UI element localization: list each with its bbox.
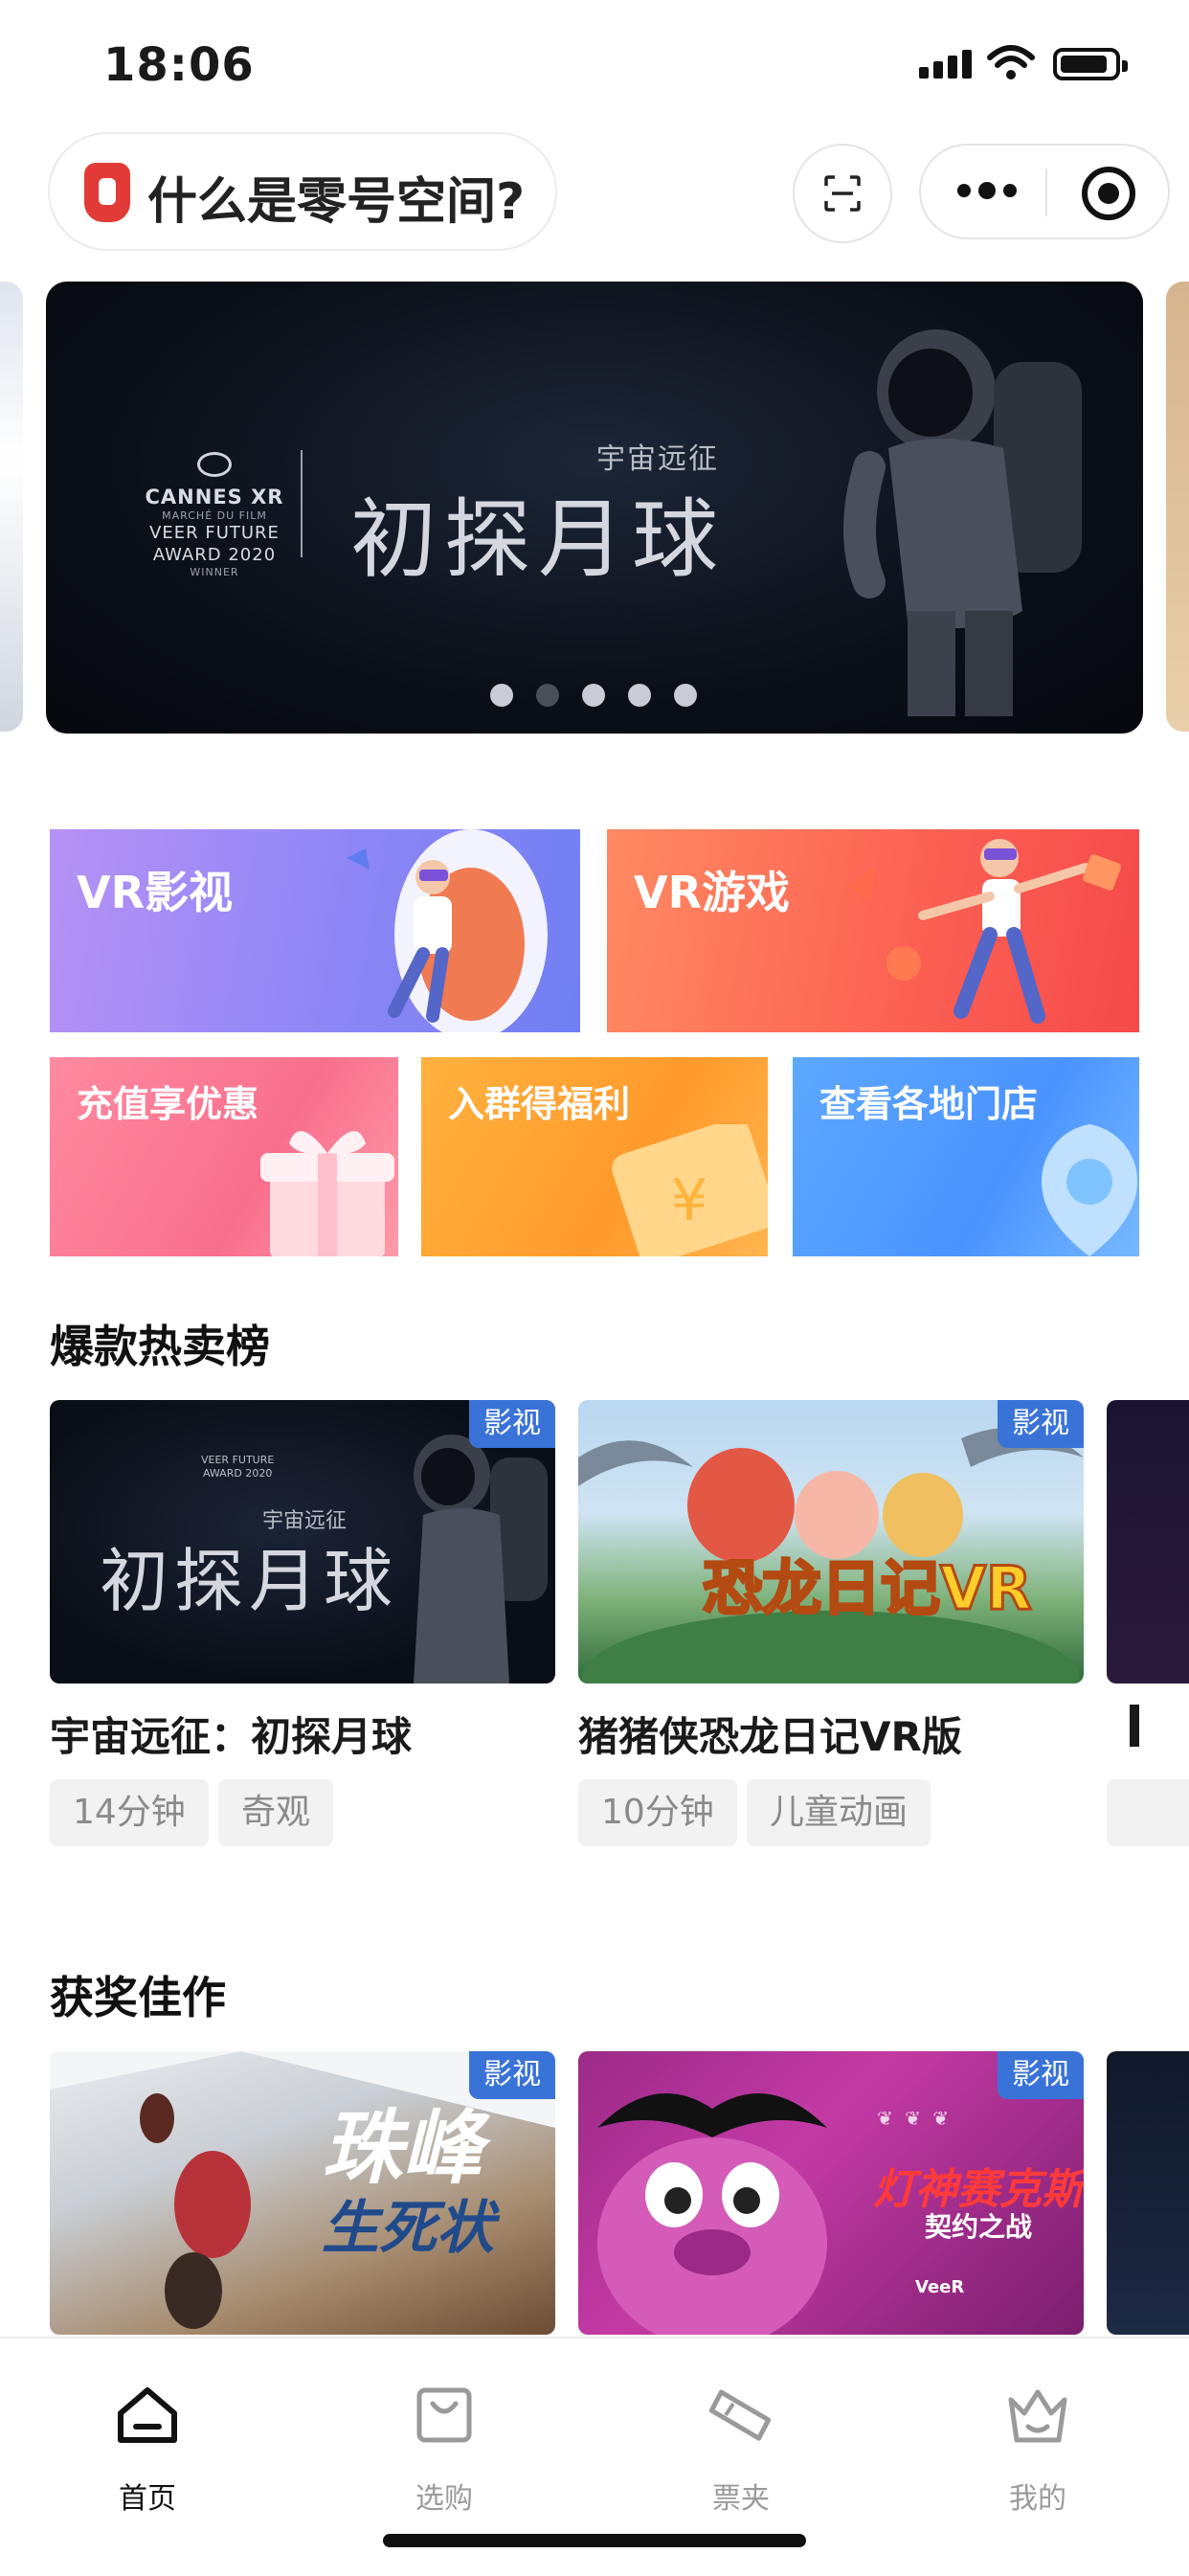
wifi-icon xyxy=(987,45,1035,79)
hot-card-peek-title xyxy=(1130,1705,1139,1747)
pagination-dot[interactable] xyxy=(628,684,651,707)
pagination-dot[interactable] xyxy=(582,684,605,707)
hot-card-peek-chip xyxy=(1107,1779,1189,1846)
join-group-label: 入群得福利 xyxy=(448,1083,631,1125)
stores-tile[interactable]: 查看各地门店 xyxy=(793,1057,1139,1256)
award-line: VEER FUTURE xyxy=(149,523,280,543)
banner-divider xyxy=(301,450,303,557)
tab-label: 首页 xyxy=(119,2482,176,2516)
scan-button[interactable] xyxy=(793,144,892,243)
home-icon xyxy=(118,2387,177,2443)
app-logo-icon xyxy=(84,163,130,222)
banner-title: 初探月球 xyxy=(350,489,726,590)
pagination-dot-active[interactable] xyxy=(536,684,559,707)
vr-chair-illustration xyxy=(347,829,548,1032)
duration-chip: 10分钟 xyxy=(578,1779,737,1846)
award-line: MARCHÉ DU FILM xyxy=(162,509,267,523)
title-pill[interactable]: 什么是零号空间? xyxy=(48,132,557,251)
pagination-dot[interactable] xyxy=(490,684,513,707)
category-tag: 影视 xyxy=(998,1400,1084,1448)
home-indicator[interactable] xyxy=(383,2534,806,2547)
award-line: WINNER xyxy=(190,566,239,578)
astronaut-illustration xyxy=(414,1435,548,1683)
hot-section-title: 爆款热卖榜 xyxy=(50,1321,270,1372)
pagination-dot[interactable] xyxy=(674,684,697,707)
card-image-title: 恐龙日记VR xyxy=(702,1552,1034,1625)
cellular-signal-icon xyxy=(919,50,972,79)
vr-player-illustration xyxy=(846,839,1121,1024)
battery-icon xyxy=(1053,48,1128,80)
tab-label: 票夹 xyxy=(712,2482,770,2516)
location-pin-icon xyxy=(1041,1124,1138,1256)
duration-chip: 14分钟 xyxy=(50,1779,209,1846)
genre-chip: 奇观 xyxy=(218,1779,334,1846)
award-card-peek[interactable] xyxy=(1107,2051,1189,2335)
banner-pagination xyxy=(490,684,697,707)
award-line: VEER FUTURE xyxy=(201,1454,275,1466)
join-group-tile[interactable]: 入群得福利 ¥ xyxy=(421,1057,768,1256)
cannes-palm-icon xyxy=(197,452,232,477)
hero-banner[interactable]: CANNES XR MARCHÉ DU FILM VEER FUTURE AWA… xyxy=(46,282,1143,734)
ticket-icon xyxy=(708,2389,772,2441)
card-award-badge: VEER FUTURE AWARD 2020 xyxy=(201,1454,274,1481)
card-image-subtitle: 生死状 xyxy=(322,2195,494,2262)
genre-chip: 儿童动画 xyxy=(747,1779,931,1846)
coupon-ticket-icon: ¥ xyxy=(612,1124,768,1256)
miniprogram-capsule xyxy=(919,144,1170,239)
recharge-tile[interactable]: 充值享优惠 xyxy=(50,1057,398,1256)
vr-game-tile[interactable]: VR游戏 xyxy=(607,829,1139,1032)
hot-card-peek[interactable] xyxy=(1107,1400,1189,1683)
vr-movie-tile[interactable]: VR影视 xyxy=(50,829,580,1032)
card-image-subtitle: 契约之战 xyxy=(925,2211,1033,2243)
astronaut-illustration xyxy=(843,329,1082,716)
crown-user-icon xyxy=(1008,2389,1067,2443)
page-title: 什么是零号空间? xyxy=(147,173,526,231)
more-icon[interactable] xyxy=(957,182,1017,199)
shopping-bag-icon xyxy=(416,2387,472,2443)
scan-icon xyxy=(824,175,861,212)
svg-text:¥: ¥ xyxy=(671,1167,707,1234)
award-line: AWARD 2020 xyxy=(202,1467,273,1480)
award-line: AWARD 2020 xyxy=(152,544,277,565)
vr-game-label: VR游戏 xyxy=(634,867,791,918)
status-time: 18:06 xyxy=(103,38,255,92)
card-title: 宇宙远征：初探月球 xyxy=(50,1713,413,1760)
capsule-divider xyxy=(1045,169,1047,216)
card-title: 猪猪侠恐龙日记VR版 xyxy=(578,1713,962,1760)
banner-prev-peek[interactable] xyxy=(0,282,23,732)
recharge-label: 充值享优惠 xyxy=(77,1083,259,1125)
tab-label: 选购 xyxy=(415,2482,473,2516)
award-section-title: 获奖佳作 xyxy=(50,1972,226,2023)
category-tag: 影视 xyxy=(998,2051,1084,2099)
award-line: CANNES XR xyxy=(145,486,284,508)
vr-movie-label: VR影视 xyxy=(77,867,234,918)
laurel-badges: ❦ ❦ ❦ xyxy=(877,2107,952,2130)
category-tag: 影视 xyxy=(469,1400,555,1448)
tab-label: 我的 xyxy=(1009,2482,1066,2516)
category-tag: 影视 xyxy=(469,2051,555,2099)
gift-icon xyxy=(260,1131,394,1256)
banner-next-peek[interactable] xyxy=(1166,282,1189,732)
award-badge: CANNES XR MARCHÉ DU FILM VEER FUTURE AWA… xyxy=(138,452,291,579)
brand-logo: VeeR xyxy=(915,2277,965,2297)
card-image-title: 初探月球 xyxy=(100,1541,399,1621)
close-target-icon[interactable] xyxy=(1082,167,1135,220)
